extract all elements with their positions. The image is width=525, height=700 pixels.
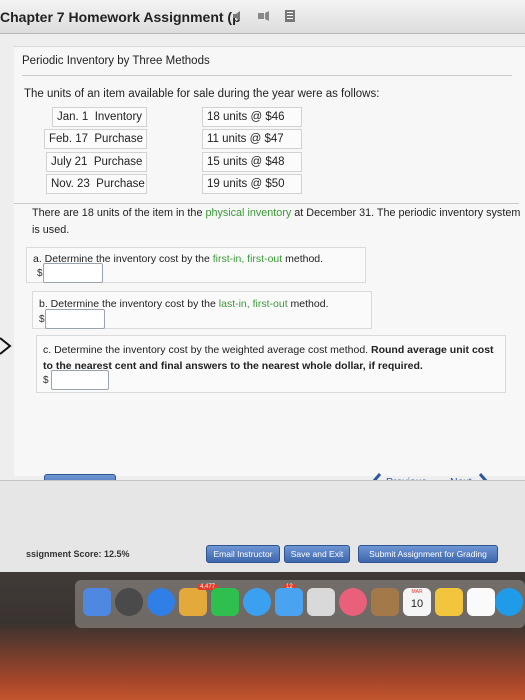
app-store-icon[interactable] [495,588,523,616]
row-qty-cell: 19 units @ $50 [202,174,302,194]
lifo-answer-input[interactable] [45,309,105,329]
fifo-answer-input[interactable] [43,263,103,283]
row-date-label-cell: July 21 Purchase [46,152,147,172]
window-title-bar: Chapter 7 Homework Assignment (p [0,0,525,34]
question-c: c. Determine the inventory cost by the w… [36,335,506,393]
row-qty-cell: 18 units @ $46 [202,107,302,127]
row-date: July 21 [51,156,88,168]
row-qty: 11 units @ $47 [207,133,284,145]
email-instructor-button[interactable]: Email Instructor [206,545,280,563]
divider [22,75,512,76]
finder-icon[interactable] [83,588,111,616]
row-qty: 19 units @ $50 [207,178,285,190]
row-qty-cell: 11 units @ $47 [202,129,302,149]
row-qty: 15 units @ $48 [207,156,285,168]
row-label: Inventory [94,111,143,123]
para-text: There are 18 units of the item in the [32,207,206,219]
row-date: Feb. 17 [49,133,88,145]
lifo-link[interactable]: last-in, first-out [219,298,288,310]
save-and-exit-button[interactable]: Save and Exit [284,545,350,563]
problem-paragraph: There are 18 units of the item in the ph… [32,205,525,239]
window-title: Chapter 7 Homework Assignment (p [0,9,241,25]
dock: 4,477 12 MAR 10 [75,580,525,628]
problem-intro: The units of an item available for sale … [24,88,380,100]
divider [14,203,519,204]
assignment-panel: Periodic Inventory by Three Methods The … [0,34,525,480]
row-qty-cell: 15 units @ $48 [202,152,302,172]
submit-assignment-button[interactable]: Submit Assignment for Grading [358,545,498,563]
problem-heading: Periodic Inventory by Three Methods [22,55,210,67]
question-a: a. Determine the inventory cost by the f… [26,247,366,283]
question-c-text: c. Determine the inventory cost by the w… [43,344,494,372]
current-question-marker-icon [0,337,12,355]
table-row: July 21 Purchase 15 units @ $48 [44,152,304,172]
row-date-label-cell: Jan. 1 Inventory [52,107,147,127]
row-label: Purchase [94,133,143,145]
calendar-icon[interactable]: MAR 10 [403,588,431,616]
currency-symbol: $ [43,375,49,386]
assignment-score: ssignment Score: 12.5% [26,549,130,559]
photos-flower-icon[interactable] [339,588,367,616]
launchpad-icon[interactable] [115,588,143,616]
table-row: Feb. 17 Purchase 11 units @ $47 [44,129,304,149]
preview-icon[interactable] [307,588,335,616]
fifo-link[interactable]: first-in, first-out [213,253,282,265]
photos-app-icon[interactable] [179,588,207,616]
currency-symbol: $ [39,314,45,325]
messages-icon[interactable] [243,588,271,616]
notes-app-icon[interactable] [371,588,399,616]
row-date-label-cell: Nov. 23 Purchase [46,174,147,194]
row-date-label-cell: Feb. 17 Purchase [44,129,147,149]
calendar-day: 10 [410,598,424,610]
table-row: Nov. 23 Purchase 19 units @ $50 [44,174,304,194]
physical-inventory-link[interactable]: physical inventory [205,207,291,219]
assignment-footer: ssignment Score: 12.5% Email Instructor … [0,480,525,572]
print-icon[interactable] [282,8,298,24]
weighted-avg-answer-input[interactable] [51,370,109,390]
audio-icon[interactable] [256,8,272,24]
currency-symbol: $ [37,268,43,279]
question-b: b. Determine the inventory cost by the l… [32,291,372,329]
title-toolbar [230,8,298,24]
facetime-icon[interactable] [211,588,239,616]
row-date: Nov. 23 [51,178,90,190]
music-icon[interactable] [467,588,495,616]
problem-card: Periodic Inventory by Three Methods The … [14,46,525,476]
calendar-month: MAR [411,589,423,595]
stickies-icon[interactable] [435,588,463,616]
row-label: Purchase [93,156,143,168]
table-row: Jan. 1 Inventory 18 units @ $46 [44,107,304,127]
row-label: Purchase [96,178,145,190]
speaker-icon[interactable] [230,8,246,24]
safari-icon[interactable] [147,588,175,616]
desktop-dock-area: 4,477 12 MAR 10 [0,572,525,700]
row-date: Jan. 1 [57,111,89,123]
row-qty: 18 units @ $46 [207,111,285,123]
maps-icon[interactable] [275,588,303,616]
